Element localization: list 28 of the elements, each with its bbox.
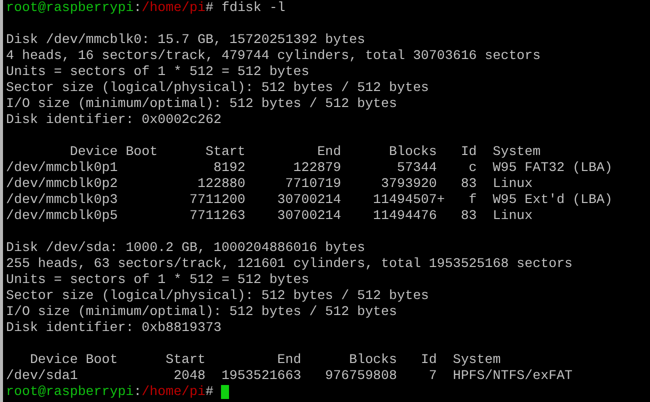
terminal-line: Units = sectors of 1 * 512 = 512 bytes xyxy=(6,272,310,288)
command-text: fdisk -l xyxy=(221,0,286,16)
terminal-line: Disk /dev/sda: 1000.2 GB, 1000204886016 bytes xyxy=(6,240,366,256)
terminal-line: Sector size (logical/physical): 512 bytes / 512 bytes xyxy=(6,288,429,304)
terminal-line: Device Boot Start End Blocks Id System xyxy=(68,144,541,160)
terminal-line: I/O size (minimum/optimal): 512 bytes / 512 bytes xyxy=(6,304,397,320)
terminal-line: /dev/mmcblk0p2 122880 7710719 3793920 83 Linux xyxy=(6,176,533,192)
terminal-line: I/O size (minimum/optimal): 512 bytes / 512 bytes xyxy=(6,96,397,112)
terminal-line: Disk identifier: 0xb8819373 xyxy=(6,320,222,336)
terminal-line: /dev/mmcblk0p3 7711200 30700214 11494507+ f W95 Ext'd (LBA) xyxy=(6,192,612,208)
terminal-line: Sector size (logical/physical): 512 bytes / 512 bytes xyxy=(6,80,429,96)
prompt-separator: : xyxy=(134,0,142,16)
terminal-line: /dev/mmcblk0p1 8192 122879 57344 c W95 FAT32 (LBA) xyxy=(6,160,612,176)
terminal-line: /dev/sda1 2048 1953521663 976759808 7 HPFS/NTFS/exFAT xyxy=(6,368,573,384)
prompt-separator: : xyxy=(134,384,142,400)
prompt-symbol: # xyxy=(206,0,214,16)
prompt-path: /home/pi xyxy=(142,384,206,400)
terminal-line: Device Boot Start End Blocks Id System xyxy=(28,352,501,368)
terminal-line: 4 heads, 16 sectors/track, 479744 cylinders, total 30703616 sectors xyxy=(6,48,541,64)
terminal-line: 255 heads, 63 sectors/track, 121601 cylinders, total 1953525168 sectors xyxy=(6,256,573,272)
prompt-user: root@raspberrypi xyxy=(6,384,134,400)
terminal-line: Disk identifier: 0x0002c262 xyxy=(6,112,222,128)
terminal-line: Disk /dev/mmcblk0: 15.7 GB, 15720251392 bytes xyxy=(6,32,366,48)
terminal-line: Units = sectors of 1 * 512 = 512 bytes xyxy=(6,64,310,80)
prompt-path: /home/pi xyxy=(142,0,206,16)
prompt-symbol: # xyxy=(206,384,214,400)
terminal-line: /dev/mmcblk0p5 7711263 30700214 11494476 83 Linux xyxy=(6,208,533,224)
prompt-user: root@raspberrypi xyxy=(6,0,134,16)
